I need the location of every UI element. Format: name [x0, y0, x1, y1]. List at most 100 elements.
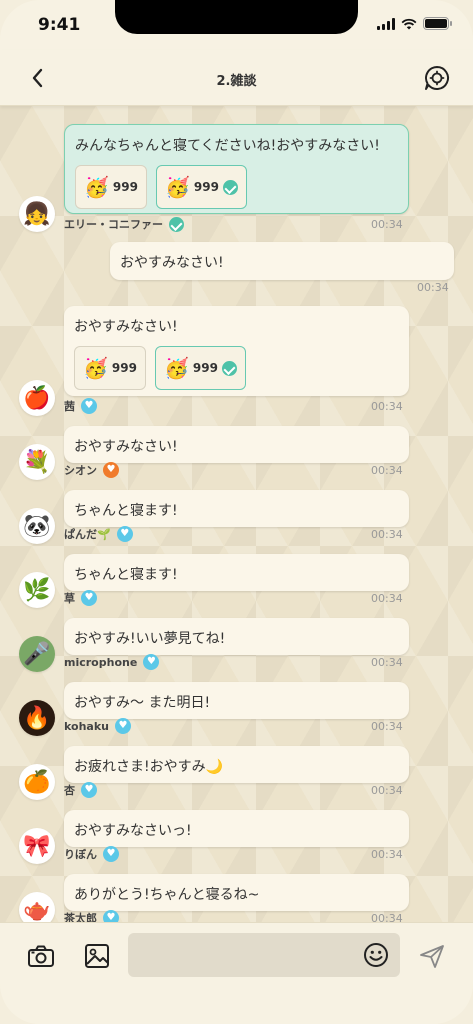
camera-icon[interactable]: [26, 941, 56, 971]
battery-icon: [423, 17, 452, 30]
avatar[interactable]: 💐: [19, 444, 55, 480]
own-message-bubble[interactable]: おやすみなさい!: [110, 242, 454, 280]
message-input[interactable]: [128, 933, 400, 977]
reaction-count: 999: [192, 361, 218, 375]
avatar-image: 🔥: [23, 705, 51, 731]
party-face-icon: 🥳: [83, 356, 108, 380]
author-row: エリー・コニファー: [64, 216, 184, 232]
avatar[interactable]: 🍊: [19, 764, 55, 800]
message-time: 00:34: [371, 784, 403, 797]
author-name[interactable]: 茶太郎: [64, 910, 97, 922]
author-name[interactable]: りぼん: [64, 846, 97, 862]
status-time: 9:41: [38, 15, 81, 35]
author-row: 茶太郎: [64, 910, 119, 922]
author-row: 草: [64, 590, 97, 606]
author-name[interactable]: kohaku: [64, 720, 109, 733]
message-bubble[interactable]: おやすみ!いい夢見てね!: [64, 618, 409, 655]
author-row: りぼん: [64, 846, 119, 862]
message-time: 00:34: [371, 720, 403, 733]
message-bubble[interactable]: おやすみ〜 また明日!: [64, 682, 409, 719]
message-bubble[interactable]: ちゃんと寝ます!: [64, 554, 409, 591]
avatar[interactable]: 🐼: [19, 508, 55, 544]
message-bubble[interactable]: みんなちゃんと寝てくださいね!おやすみなさい! 🥳 999 🥳 999: [64, 124, 409, 214]
message-time: 00:34: [371, 218, 403, 231]
send-icon[interactable]: [418, 942, 446, 970]
avatar-image: 🌿: [23, 577, 51, 603]
message-text: ありがとう!ちゃんと寝るね~: [74, 887, 260, 903]
avatar[interactable]: 🫖: [19, 892, 55, 922]
message-bubble[interactable]: おやすみなさい! 🥳 999 🥳 999: [64, 306, 409, 396]
reaction-count: 999: [111, 361, 137, 375]
author-row: 茜: [64, 398, 97, 414]
chat-messages[interactable]: みんなちゃんと寝てくださいね!おやすみなさい! 🥳 999 🥳 999 👧 エリ…: [0, 106, 473, 922]
message-time: 00:34: [371, 656, 403, 669]
signal-icon: [377, 17, 395, 30]
status-bar: 9:41: [0, 0, 473, 50]
heart-badge-icon: [116, 526, 133, 542]
reactions: 🥳 999 🥳 999: [75, 165, 398, 209]
author-name[interactable]: 茜: [64, 398, 75, 414]
reaction-chip-mine[interactable]: 🥳 999: [155, 165, 247, 209]
message-time: 00:34: [371, 912, 403, 922]
message-time: 00:34: [371, 528, 403, 541]
heart-badge-icon: [103, 910, 119, 922]
reaction-chip[interactable]: 🥳 999: [74, 346, 146, 390]
avatar[interactable]: 🔥: [19, 700, 55, 736]
avatar-image: 🫖: [23, 897, 51, 923]
message-bubble[interactable]: ちゃんと寝ます!: [64, 490, 409, 527]
heart-badge-icon: [81, 590, 97, 606]
message-time: 00:34: [417, 281, 449, 294]
emoji-picker-icon[interactable]: [363, 942, 389, 968]
image-icon[interactable]: [82, 941, 112, 971]
message-time: 00:34: [371, 400, 403, 413]
avatar[interactable]: 🎀: [19, 828, 55, 864]
author-row: 杏: [64, 782, 97, 798]
avatar[interactable]: 🍎: [19, 380, 55, 416]
author-name[interactable]: シオン: [64, 462, 97, 478]
message-bubble[interactable]: おやすみなさい!: [64, 426, 409, 463]
author-name[interactable]: ぱんだ🌱: [64, 526, 111, 542]
chat-settings-icon[interactable]: [423, 64, 451, 92]
avatar-image: 🎀: [23, 833, 51, 859]
avatar-image: 🎤: [23, 641, 51, 667]
reaction-chip-mine[interactable]: 🥳 999: [154, 346, 246, 390]
message-text: おやすみなさい!: [120, 255, 224, 271]
reaction-count: 999: [193, 180, 219, 194]
heart-badge-icon: [143, 654, 160, 670]
heart-badge-icon: [103, 462, 119, 478]
message-bubble[interactable]: お疲れさま!おやすみ🌙: [64, 746, 409, 783]
reaction-chip[interactable]: 🥳 999: [75, 165, 147, 209]
avatar-image: 👧: [23, 201, 51, 227]
heart-badge-icon: [103, 846, 119, 862]
avatar[interactable]: 👧: [19, 196, 55, 232]
avatar-image: 🍊: [23, 769, 51, 795]
message-text: おやすみ!いい夢見てね!: [74, 631, 226, 647]
avatar[interactable]: 🌿: [19, 572, 55, 608]
author-name[interactable]: microphone: [64, 656, 137, 669]
message-bubble[interactable]: ありがとう!ちゃんと寝るね~: [64, 874, 409, 911]
message-time: 00:34: [371, 592, 403, 605]
message-time: 00:34: [371, 464, 403, 477]
party-face-icon: 🥳: [164, 175, 190, 199]
message-text: みんなちゃんと寝てくださいね!おやすみなさい!: [75, 138, 380, 154]
check-icon: [222, 179, 238, 195]
avatar[interactable]: 🎤: [19, 636, 55, 672]
message-text: おやすみ〜 また明日!: [74, 695, 211, 711]
message-text: ちゃんと寝ます!: [74, 567, 178, 583]
reaction-count: 999: [112, 180, 138, 194]
chat-header: 2.雑談: [0, 50, 473, 106]
author-name[interactable]: 草: [64, 590, 75, 606]
wifi-icon: [401, 18, 417, 29]
author-row: kohaku: [64, 718, 131, 734]
notch: [115, 0, 358, 34]
composer-bar: [0, 922, 473, 1024]
author-row: ぱんだ🌱: [64, 526, 133, 542]
author-name[interactable]: 杏: [64, 782, 75, 798]
party-face-icon: 🥳: [163, 356, 189, 380]
author-name[interactable]: エリー・コニファー: [64, 216, 163, 232]
message-bubble[interactable]: おやすみなさいっ!: [64, 810, 409, 847]
avatar-image: 🐼: [23, 513, 51, 539]
phone-screen: 9:41 2.雑談 みんなちゃんと寝てくださいね!おやすみなさい! 🥳 999 …: [0, 0, 473, 1024]
page-title: 2.雑談: [216, 74, 257, 89]
check-icon: [221, 360, 237, 376]
